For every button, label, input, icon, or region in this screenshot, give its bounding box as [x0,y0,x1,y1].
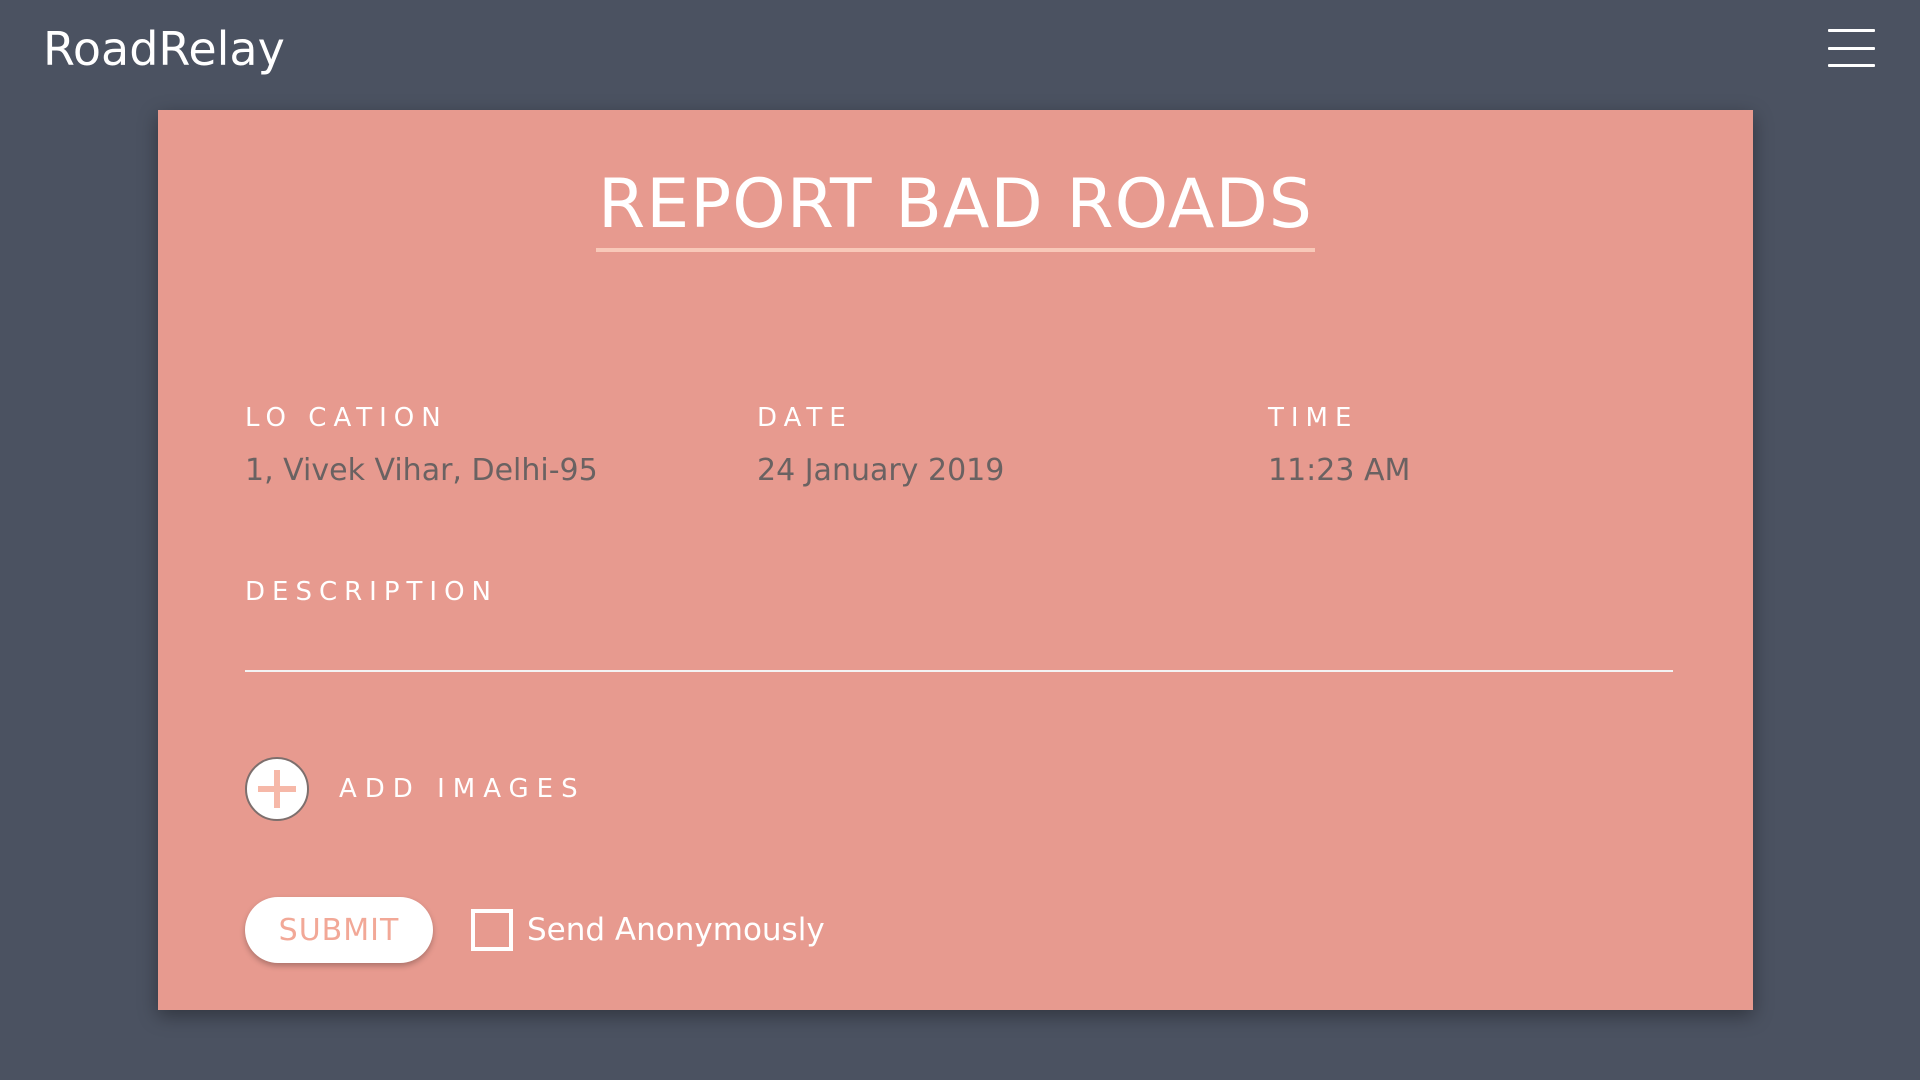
menu-line [1828,64,1875,67]
title-wrapper: REPORT BAD ROADS [158,162,1753,252]
hamburger-menu-icon[interactable] [1828,26,1876,70]
brand-logo[interactable]: RoadRelay [43,18,285,80]
page-title: REPORT BAD ROADS [596,162,1315,252]
time-field: TIME 11:23 AM [1268,402,1410,490]
date-value: 24 January 2019 [757,453,1005,488]
location-value: 1, Vivek Vihar, Delhi-95 [245,453,598,488]
submit-button[interactable]: SUBMIT [245,897,433,963]
description-input[interactable] [245,634,1673,672]
anonymous-checkbox[interactable] [471,909,513,951]
top-bar: RoadRelay [0,0,1920,100]
description-label: DESCRIPTION [245,577,498,607]
menu-line [1828,47,1875,50]
date-label: DATE [757,403,853,433]
date-field: DATE 24 January 2019 [757,402,1004,490]
plus-circle-icon[interactable] [245,757,309,821]
add-images-label: ADD IMAGES [339,774,586,804]
add-images-button[interactable]: ADD IMAGES [245,755,586,823]
time-value: 11:23 AM [1268,453,1411,488]
location-field: LO CATION 1, Vivek Vihar, Delhi-95 [245,402,598,490]
report-form-card: REPORT BAD ROADS LO CATION 1, Vivek Viha… [158,110,1753,1010]
description-field: DESCRIPTION [245,576,1673,672]
send-anonymously-toggle[interactable]: Send Anonymously [471,905,825,955]
time-label: TIME [1268,403,1359,433]
send-anonymously-label: Send Anonymously [527,912,825,948]
menu-line [1828,29,1875,32]
location-label: LO CATION [245,403,448,433]
